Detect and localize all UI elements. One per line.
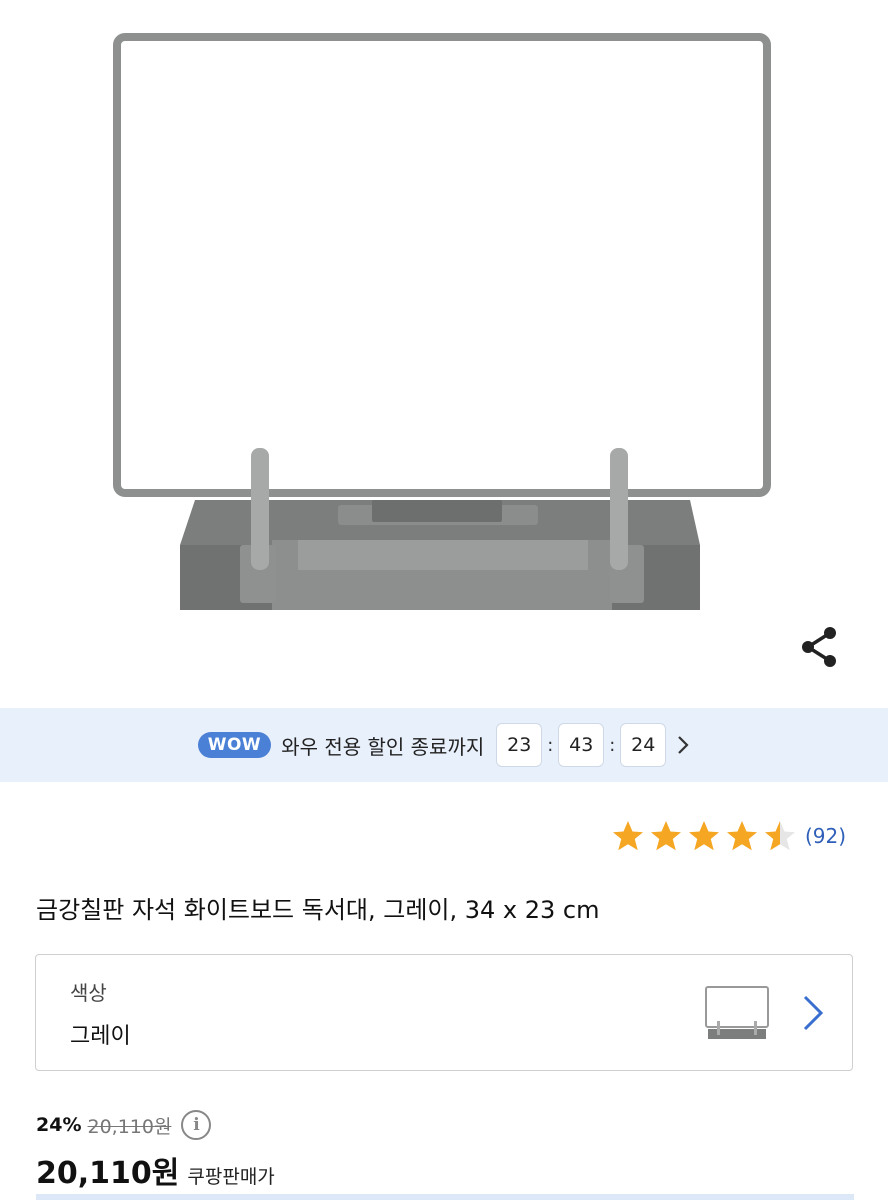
discount-rate: 24% [36, 1114, 82, 1136]
star-full-icon [688, 821, 719, 851]
color-option-selector[interactable]: 색상 그레이 [35, 954, 853, 1071]
option-thumbnail-image [705, 986, 769, 1039]
star-full-icon [726, 821, 757, 851]
share-icon [802, 627, 836, 667]
timer-separator: : [609, 734, 616, 756]
timer-hours: 23 [496, 723, 543, 767]
product-image[interactable] [0, 0, 888, 708]
discount-row: 24% 20,110원 i [36, 1110, 212, 1140]
timer-minutes: 43 [558, 723, 605, 767]
star-rating [609, 818, 799, 854]
chevron-right-icon [803, 995, 824, 1031]
bottom-divider [36, 1194, 854, 1200]
info-icon[interactable]: i [181, 1110, 212, 1140]
whiteboard-stand-image [113, 33, 771, 610]
wow-banner-text: 와우 전용 할인 종료까지 [281, 734, 485, 759]
option-label: 색상 [70, 981, 107, 1005]
wow-badge: WOW [197, 732, 272, 758]
star-half-icon [764, 821, 795, 851]
option-value: 그레이 [70, 1024, 131, 1049]
price-row: 20,110원 쿠팡판매가 [36, 1148, 275, 1192]
product-title: 금강칠판 자석 화이트보드 독서대, 그레이, 34 x 23 cm [36, 896, 600, 924]
sale-price: 20,110원 [36, 1156, 180, 1191]
timer-seconds: 24 [620, 723, 667, 767]
review-count-link[interactable]: (92) [805, 824, 846, 848]
chevron-right-icon [676, 734, 690, 756]
timer-separator: : [547, 734, 554, 756]
wow-discount-banner[interactable]: WOW 와우 전용 할인 종료까지 23 : 43 : 24 [0, 708, 888, 782]
original-price: 20,110원 [87, 1115, 172, 1138]
star-full-icon [612, 821, 643, 851]
rating-row[interactable]: (92) [609, 818, 846, 854]
share-button[interactable] [792, 620, 846, 674]
star-full-icon [650, 821, 681, 851]
price-type-label: 쿠팡판매가 [187, 1166, 275, 1188]
